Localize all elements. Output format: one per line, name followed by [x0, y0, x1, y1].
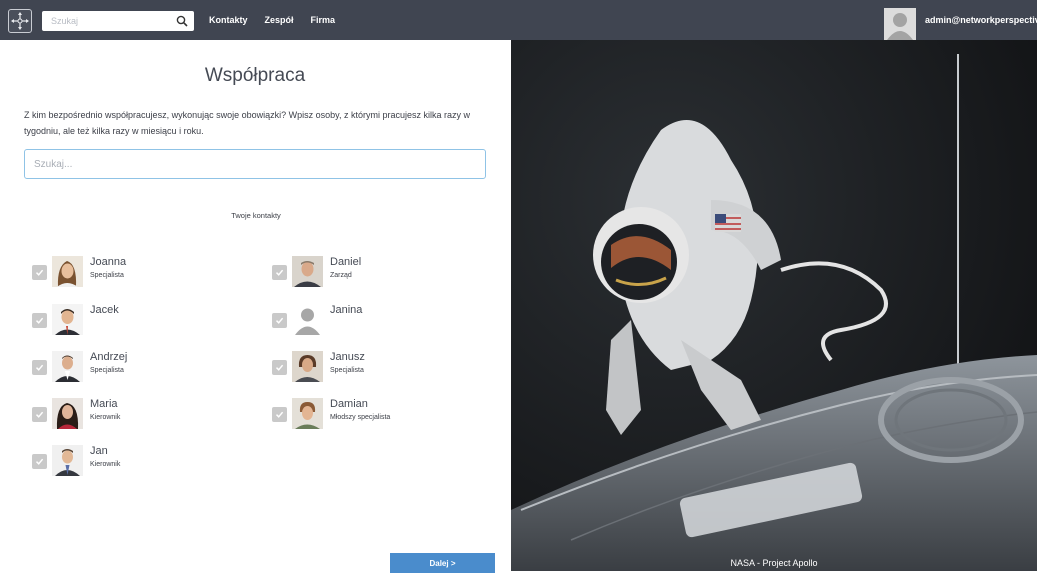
page-description: Z kim bezpośrednio współpracujesz, wykon… — [24, 110, 470, 136]
user-avatar[interactable] — [884, 8, 916, 40]
contact-photo — [292, 351, 323, 382]
contact-role: Specjalista — [90, 367, 124, 374]
contact-name: Joanna — [90, 256, 127, 268]
contact-item: Daniel Zarząd — [272, 256, 361, 287]
contact-checkbox[interactable] — [272, 265, 287, 280]
top-navigation-bar: Kontakty Zespół Firma admin@networkpersp… — [0, 0, 1037, 40]
nav-company[interactable]: Firma — [311, 15, 336, 25]
contact-item: Janusz Specjalista — [272, 351, 365, 382]
contact-name: Jan — [90, 445, 108, 457]
contact-name: Janina — [330, 304, 363, 316]
contact-checkbox[interactable] — [32, 454, 47, 469]
nav-team[interactable]: Zespół — [265, 15, 294, 25]
contact-checkbox[interactable] — [272, 407, 287, 422]
contact-role: Kierownik — [90, 461, 121, 468]
contact-name: Andrzej — [90, 351, 128, 363]
contact-photo — [52, 256, 83, 287]
search-icon[interactable] — [176, 14, 188, 32]
contact-photo — [292, 256, 323, 287]
contact-item: Andrzej Specjalista — [32, 351, 127, 382]
contact-checkbox[interactable] — [32, 360, 47, 375]
contact-item: Damian Młodszy specjalista — [272, 398, 390, 429]
image-caption: NASA - Project Apollo — [730, 558, 818, 568]
contact-photo — [52, 304, 83, 335]
contact-checkbox[interactable] — [32, 313, 47, 328]
contacts-section-label: Twoje kontakty — [231, 211, 281, 220]
contact-role: Specjalista — [90, 272, 124, 279]
page-title: Współpraca — [204, 65, 306, 86]
contact-checkbox[interactable] — [272, 360, 287, 375]
user-email[interactable]: admin@networkperspective.io — [925, 15, 1037, 25]
contact-role: Kierownik — [90, 414, 121, 421]
contact-item: Jacek — [32, 304, 119, 335]
contact-name: Janusz — [330, 351, 365, 363]
next-button[interactable]: Dalej > — [390, 553, 495, 573]
contact-role: Specjalista — [330, 367, 364, 374]
top-search — [42, 11, 194, 31]
main-nav: Kontakty Zespół Firma — [209, 0, 352, 40]
contact-name: Damian — [330, 398, 368, 410]
contact-search-input[interactable] — [24, 149, 486, 179]
top-search-input[interactable] — [42, 11, 172, 31]
contact-item: Jan Kierownik — [32, 445, 120, 476]
avatar-placeholder-icon — [292, 304, 323, 335]
contact-photo — [292, 398, 323, 429]
collaboration-panel: Współpraca Z kim bezpośrednio współpracu… — [0, 40, 512, 573]
contact-photo — [52, 445, 83, 476]
contact-checkbox[interactable] — [32, 407, 47, 422]
contact-checkbox[interactable] — [32, 265, 47, 280]
contact-role: Młodszy specjalista — [330, 414, 391, 421]
contact-checkbox[interactable] — [272, 313, 287, 328]
contact-item: Joanna Specjalista — [32, 256, 126, 287]
hero-image: NASA - Project Apollo — [511, 40, 1037, 571]
nav-contacts[interactable]: Kontakty — [209, 15, 248, 25]
network-move-icon[interactable] — [8, 9, 32, 33]
astronaut-spacewalk-illustration — [511, 40, 1037, 571]
contact-name: Daniel — [330, 256, 362, 268]
contact-name: Maria — [90, 398, 118, 410]
contact-item: Janina — [272, 304, 362, 335]
contact-item: Maria Kierownik — [32, 398, 120, 429]
contact-photo — [52, 351, 83, 382]
contact-photo — [52, 398, 83, 429]
contact-role: Zarząd — [330, 272, 352, 279]
contact-name: Jacek — [90, 304, 119, 316]
